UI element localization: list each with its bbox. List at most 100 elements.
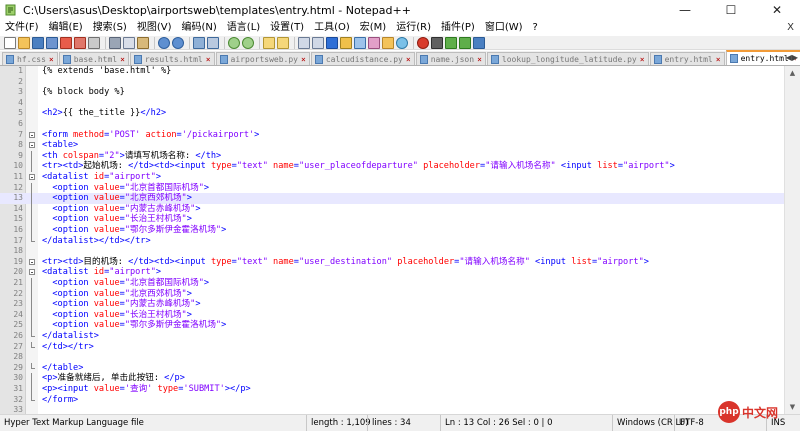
code-line[interactable]: 25 <option value="鄂尔多斯伊金霍洛机场"> <box>0 320 784 331</box>
code-line[interactable]: 24 <option value="长治王村机场"> <box>0 309 784 321</box>
code-line[interactable]: 1 {% extends 'base.html' %} <box>0 66 784 77</box>
new-file-icon[interactable] <box>4 36 16 49</box>
close-all-icon[interactable] <box>74 36 86 49</box>
indent-guide-icon[interactable] <box>326 36 338 49</box>
monitoring-icon[interactable] <box>396 36 408 49</box>
code-line[interactable]: 22 <option value="北京西郊机场"> <box>0 288 784 300</box>
stop-macro-icon[interactable] <box>431 36 443 49</box>
code-line[interactable]: 31 <p><input value='查询' type='SUBMIT'></p… <box>0 384 784 395</box>
tab-scroll-arrows[interactable]: ◀ ▶ <box>786 53 798 62</box>
save-icon[interactable] <box>32 36 44 49</box>
code-line[interactable]: 29 </table> <box>0 362 784 374</box>
tab-airportsweb-py[interactable]: airportsweb.py × <box>215 52 310 65</box>
code-line[interactable]: 17 </datalist></td></tr> <box>0 235 784 247</box>
code-line[interactable]: 27 </td></tr> <box>0 341 784 353</box>
save-all-icon[interactable] <box>46 36 58 49</box>
sync-vertical-icon[interactable] <box>263 36 275 49</box>
tab-hf-css[interactable]: hf.css × <box>2 52 58 65</box>
cut-icon[interactable] <box>109 36 121 49</box>
code-line[interactable]: 21 <option value="北京首都国际机场"> <box>0 278 784 289</box>
menu-edit[interactable]: 编辑(E) <box>44 20 88 36</box>
find-icon[interactable] <box>193 36 205 49</box>
fold-toggle-icon[interactable] <box>29 174 35 180</box>
paste-icon[interactable] <box>137 36 149 49</box>
code-line[interactable]: 5 <h2>{{ the_title }}</h2> <box>0 108 784 119</box>
folder-workspace-icon[interactable] <box>382 36 394 49</box>
code-line[interactable]: 20 <datalist id="airport"> <box>0 267 784 278</box>
redo-icon[interactable] <box>172 36 184 49</box>
tab-calcudistance-py[interactable]: calcudistance.py × <box>310 52 415 65</box>
menu-settings[interactable]: 设置(T) <box>265 20 309 36</box>
tab-close-icon[interactable]: × <box>716 55 721 64</box>
menu-language[interactable]: 语言(L) <box>222 20 265 36</box>
save-macro-icon[interactable] <box>473 36 485 49</box>
tab-close-icon[interactable]: × <box>640 55 645 64</box>
code-line[interactable]: 13 <option value="北京西郊机场"> <box>0 193 784 204</box>
play-macro-icon[interactable] <box>445 36 457 49</box>
tab-entry-html[interactable]: entry.html × <box>649 52 725 65</box>
menu-search[interactable]: 搜索(S) <box>88 20 132 36</box>
code-line[interactable]: 14 <option value="内蒙古赤峰机场"> <box>0 203 784 215</box>
tab-close-icon[interactable]: × <box>477 55 482 64</box>
code-line[interactable]: 15 <option value="长治王村机场"> <box>0 214 784 225</box>
tab-base-html[interactable]: base.html × <box>58 52 129 65</box>
word-wrap-icon[interactable] <box>298 36 310 49</box>
code-line[interactable]: 8 <table> <box>0 140 784 151</box>
tab-close-icon[interactable]: × <box>206 55 211 64</box>
undo-icon[interactable] <box>158 36 170 49</box>
code-line[interactable]: 10 <tr><td>起始机场: </td><td><input type="te… <box>0 161 784 172</box>
replace-icon[interactable] <box>207 36 219 49</box>
close-window-button[interactable]: ✕ <box>754 0 800 20</box>
record-macro-icon[interactable] <box>417 36 429 49</box>
show-all-chars-icon[interactable] <box>312 36 324 49</box>
code-line[interactable]: 2 <box>0 77 784 88</box>
code-line[interactable]: 16 <option value="鄂尔多斯伊金霍洛机场"> <box>0 225 784 236</box>
vertical-scrollbar[interactable]: ▲ ▼ <box>784 66 800 414</box>
open-file-icon[interactable] <box>18 36 30 49</box>
tab-lookup-longitude-latitude-py[interactable]: lookup_longitude_latitude.py × <box>486 52 649 65</box>
tab-close-icon[interactable]: × <box>120 55 125 64</box>
play-macro-multiple-icon[interactable] <box>459 36 471 49</box>
menu-macro[interactable]: 宏(M) <box>355 20 391 36</box>
tab-close-icon[interactable]: × <box>301 55 306 64</box>
tab-name-json[interactable]: name.json × <box>415 52 486 65</box>
close-document-button[interactable]: X <box>787 20 794 36</box>
code-line[interactable]: 33 <box>0 405 784 414</box>
code-line[interactable]: 7 <form method='POST' action='/pickairpor… <box>0 130 784 141</box>
menu-encoding[interactable]: 编码(N) <box>177 20 222 36</box>
tab-results-html[interactable]: results.html × <box>129 52 215 65</box>
code-line[interactable]: 30 <p>准备就绪后, 单击此按钮: </p> <box>0 373 784 384</box>
minimize-button[interactable]: — <box>662 0 708 20</box>
fold-toggle-icon[interactable] <box>29 269 35 276</box>
code-line[interactable]: 4 <box>0 98 784 109</box>
chevron-right-icon[interactable]: ▶ <box>792 53 798 62</box>
code-line[interactable]: 28 <box>0 352 784 363</box>
menu-help[interactable]: ? <box>528 20 543 36</box>
fold-toggle-icon[interactable] <box>29 131 35 138</box>
maximize-button[interactable]: ☐ <box>708 0 754 20</box>
close-file-icon[interactable] <box>60 36 72 49</box>
menu-window[interactable]: 窗口(W) <box>480 20 528 36</box>
menu-view[interactable]: 视图(V) <box>132 20 177 36</box>
print-icon[interactable] <box>88 36 100 49</box>
lang-define-icon[interactable] <box>340 36 352 49</box>
menu-plugins[interactable]: 插件(P) <box>436 20 480 36</box>
menu-run[interactable]: 运行(R) <box>391 20 436 36</box>
function-list-icon[interactable] <box>368 36 380 49</box>
tab-close-icon[interactable]: × <box>49 55 54 64</box>
code-line[interactable]: 32 </form> <box>0 394 784 406</box>
code-line[interactable]: 6 <box>0 119 784 130</box>
copy-icon[interactable] <box>123 36 135 49</box>
code-line[interactable]: 18 <box>0 246 784 257</box>
code-line[interactable]: 26 </datalist> <box>0 331 784 342</box>
menu-tools[interactable]: 工具(O) <box>309 20 355 36</box>
code-editor[interactable]: 1 {% extends 'base.html' %} 2 3 {% block bod… <box>0 66 800 414</box>
code-line[interactable]: 3 {% block body %} <box>0 87 784 98</box>
code-line[interactable]: 19 <tr><td>目的机场: </td><td><input type="te… <box>0 257 784 268</box>
tab-close-icon[interactable]: × <box>406 55 411 64</box>
status-encoding[interactable]: UTF-8 <box>674 415 704 431</box>
zoom-out-icon[interactable] <box>242 36 254 49</box>
zoom-in-icon[interactable] <box>228 36 240 49</box>
fold-toggle-icon[interactable] <box>29 142 35 149</box>
doc-map-icon[interactable] <box>354 36 366 49</box>
